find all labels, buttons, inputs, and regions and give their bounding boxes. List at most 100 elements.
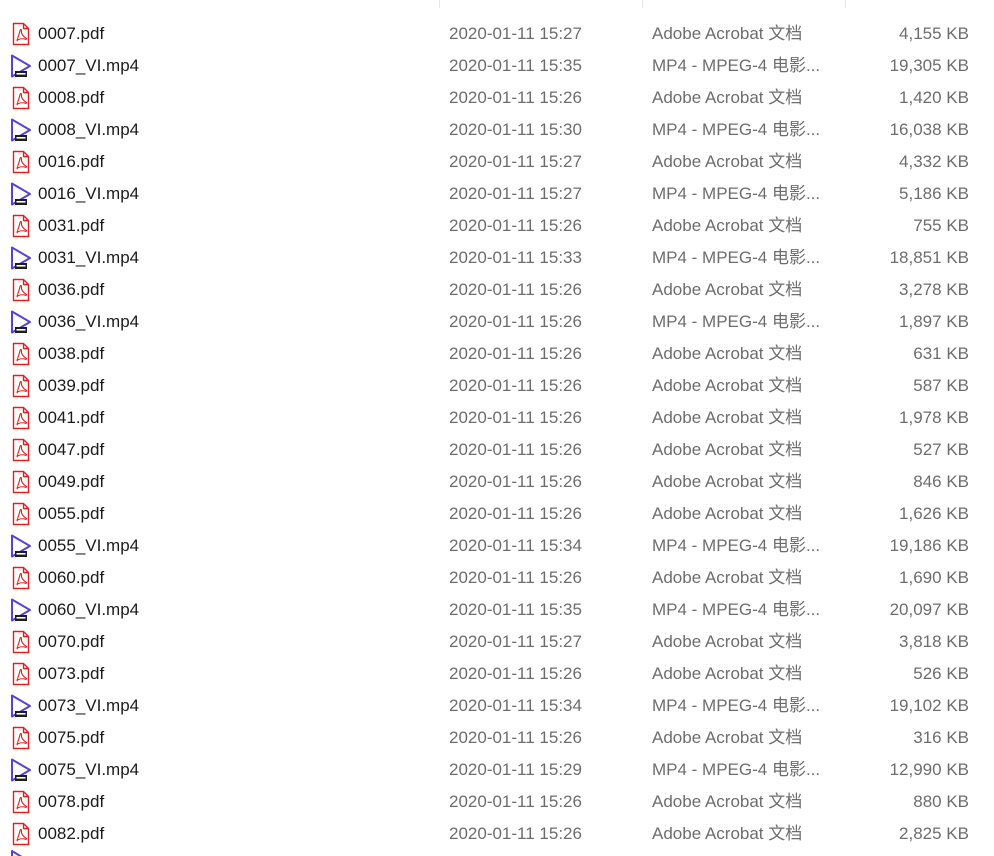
file-row[interactable]: 0055_VI.mp4 2020-01-11 15:34 MP4 - MPEG-4 … [0,530,994,562]
file-row[interactable]: 0031_VI.mp4 2020-01-11 15:33 MP4 - MPEG-4 … [0,242,994,274]
file-name: 0075_VI.mp4 [38,760,140,779]
file-name: 0038.pdf [38,344,105,363]
file-row[interactable]: 0060_VI.mp4 2020-01-11 15:35 MP4 - MPEG-4 … [0,594,994,626]
file-name: 0075.pdf [38,728,105,747]
file-row[interactable]: 0078.pdf 2020-01-11 15:26 Adobe Acrobat 文档… [0,786,994,818]
file-name: 0073_VI.mp4 [38,696,140,715]
file-row[interactable]: 0073.pdf 2020-01-11 15:26 Adobe Acrobat 文档… [0,658,994,690]
file-row[interactable]: 0038.pdf 2020-01-11 15:26 Adobe Acrobat 文档… [0,338,994,370]
file-row[interactable]: 0008_VI.mp4 2020-01-11 15:30 MP4 - MPEG-4 … [0,114,994,146]
file-row[interactable]: 0039.pdf 2020-01-11 15:26 Adobe Acrobat 文档… [0,370,994,402]
file-size: 527 KB [913,440,969,459]
file-row[interactable]: 0055.pdf 2020-01-11 15:26 Adobe Acrobat 文档… [0,498,994,530]
pdf-file-icon [9,86,33,110]
file-row[interactable]: 0049.pdf 2020-01-11 15:26 Adobe Acrobat 文档… [0,466,994,498]
pdf-file-icon [9,470,33,494]
column-header-separator-2[interactable] [642,0,643,8]
file-modified-date: 2020-01-11 15:26 [449,824,582,843]
file-name: 0039.pdf [38,376,105,395]
file-name: 0008_VI.mp4 [38,120,140,139]
file-size: 1,420 KB [899,88,969,107]
file-size: 631 KB [913,344,969,363]
file-modified-date: 2020-01-11 15:35 [449,600,582,619]
mp4-video-file-icon [9,534,33,558]
mp4-video-file-icon [9,694,33,718]
file-modified-date: 2020-01-11 15:27 [449,152,582,171]
file-type: Adobe Acrobat 文档 [652,408,803,427]
file-row[interactable]: 0060.pdf 2020-01-11 15:26 Adobe Acrobat 文档… [0,562,994,594]
file-modified-date: 2020-01-11 15:26 [449,728,582,747]
file-size: 755 KB [913,216,969,235]
file-modified-date: 2020-01-11 15:26 [449,408,582,427]
file-size: 587 KB [913,376,969,395]
file-row[interactable]: 0036.pdf 2020-01-11 15:26 Adobe Acrobat 文档… [0,274,994,306]
file-row[interactable]: 0070.pdf 2020-01-11 15:27 Adobe Acrobat 文档… [0,626,994,658]
file-type: Adobe Acrobat 文档 [652,568,803,587]
file-modified-date: 2020-01-11 15:26 [449,440,582,459]
file-type: Adobe Acrobat 文档 [652,504,803,523]
pdf-file-icon [9,566,33,590]
mp4-video-file-icon [9,246,33,270]
file-name: 0049.pdf [38,472,105,491]
file-modified-date: 2020-01-11 15:27 [449,24,582,43]
file-name: 0070.pdf [38,632,105,651]
file-modified-date: 2020-01-11 15:26 [449,216,582,235]
file-modified-date: 2020-01-11 15:26 [449,312,582,331]
file-list: 0007.pdf 2020-01-11 15:27 Adobe Acrobat 文档… [0,18,994,850]
file-row[interactable]: 0036_VI.mp4 2020-01-11 15:26 MP4 - MPEG-4 … [0,306,994,338]
file-modified-date: 2020-01-11 15:35 [449,56,582,75]
file-row[interactable]: 0082.pdf 2020-01-11 15:26 Adobe Acrobat 文档… [0,818,994,850]
file-name: 0036.pdf [38,280,105,299]
file-row[interactable]: 0075.pdf 2020-01-11 15:26 Adobe Acrobat 文档… [0,722,994,754]
file-type: Adobe Acrobat 文档 [652,824,803,843]
file-modified-date: 2020-01-11 15:26 [449,568,582,587]
file-modified-date: 2020-01-11 15:26 [449,792,582,811]
file-row[interactable]: 0007.pdf 2020-01-11 15:27 Adobe Acrobat 文档… [0,18,994,50]
file-row[interactable]: 0075_VI.mp4 2020-01-11 15:29 MP4 - MPEG-4 … [0,754,994,786]
file-size: 316 KB [913,728,969,747]
file-type: MP4 - MPEG-4 电影... [652,696,821,715]
file-name: 0031_VI.mp4 [38,248,140,267]
file-size: 19,305 KB [889,56,969,75]
file-row[interactable]: 0007_VI.mp4 2020-01-11 15:35 MP4 - MPEG-4 … [0,50,994,82]
file-size: 4,155 KB [899,24,969,43]
pdf-file-icon [9,342,33,366]
file-modified-date: 2020-01-11 15:26 [449,376,582,395]
pdf-file-icon [9,822,33,846]
file-size: 526 KB [913,664,969,683]
file-modified-date: 2020-01-11 15:30 [449,120,582,139]
file-type: MP4 - MPEG-4 电影... [652,760,821,779]
file-type: Adobe Acrobat 文档 [652,88,803,107]
mp4-video-file-icon [9,758,33,782]
file-modified-date: 2020-01-11 15:29 [449,760,582,779]
mp4-video-file-icon [9,182,33,206]
file-size: 846 KB [913,472,969,491]
file-row[interactable]: 0016.pdf 2020-01-11 15:27 Adobe Acrobat 文档… [0,146,994,178]
file-row[interactable]: 0047.pdf 2020-01-11 15:26 Adobe Acrobat 文档… [0,434,994,466]
file-size: 18,851 KB [889,248,969,267]
pdf-file-icon [9,662,33,686]
file-row[interactable]: 0008.pdf 2020-01-11 15:26 Adobe Acrobat 文档… [0,82,994,114]
file-modified-date: 2020-01-11 15:26 [449,280,582,299]
file-modified-date: 2020-01-11 15:33 [449,248,582,267]
column-header-separator-3[interactable] [845,0,846,8]
file-name: 0016.pdf [38,152,105,171]
file-type: MP4 - MPEG-4 电影... [652,184,821,203]
pdf-file-icon [9,374,33,398]
pdf-file-icon [9,214,33,238]
file-name: 0082.pdf [38,824,105,843]
column-header-separator-1[interactable] [439,0,440,8]
file-modified-date: 2020-01-11 15:34 [449,536,582,555]
file-name: 0036_VI.mp4 [38,312,140,331]
file-row[interactable]: 0016_VI.mp4 2020-01-11 15:27 MP4 - MPEG-4 … [0,178,994,210]
file-size: 880 KB [913,792,969,811]
file-name: 0016_VI.mp4 [38,184,140,203]
file-name: 0055.pdf [38,504,105,523]
file-row[interactable]: 0031.pdf 2020-01-11 15:26 Adobe Acrobat 文档… [0,210,994,242]
file-size: 4,332 KB [899,152,969,171]
file-row[interactable]: 0041.pdf 2020-01-11 15:26 Adobe Acrobat 文档… [0,402,994,434]
file-row[interactable]: 0073_VI.mp4 2020-01-11 15:34 MP4 - MPEG-4 … [0,690,994,722]
file-type: Adobe Acrobat 文档 [652,280,803,299]
file-modified-date: 2020-01-11 15:27 [449,184,582,203]
file-size: 1,690 KB [899,568,969,587]
